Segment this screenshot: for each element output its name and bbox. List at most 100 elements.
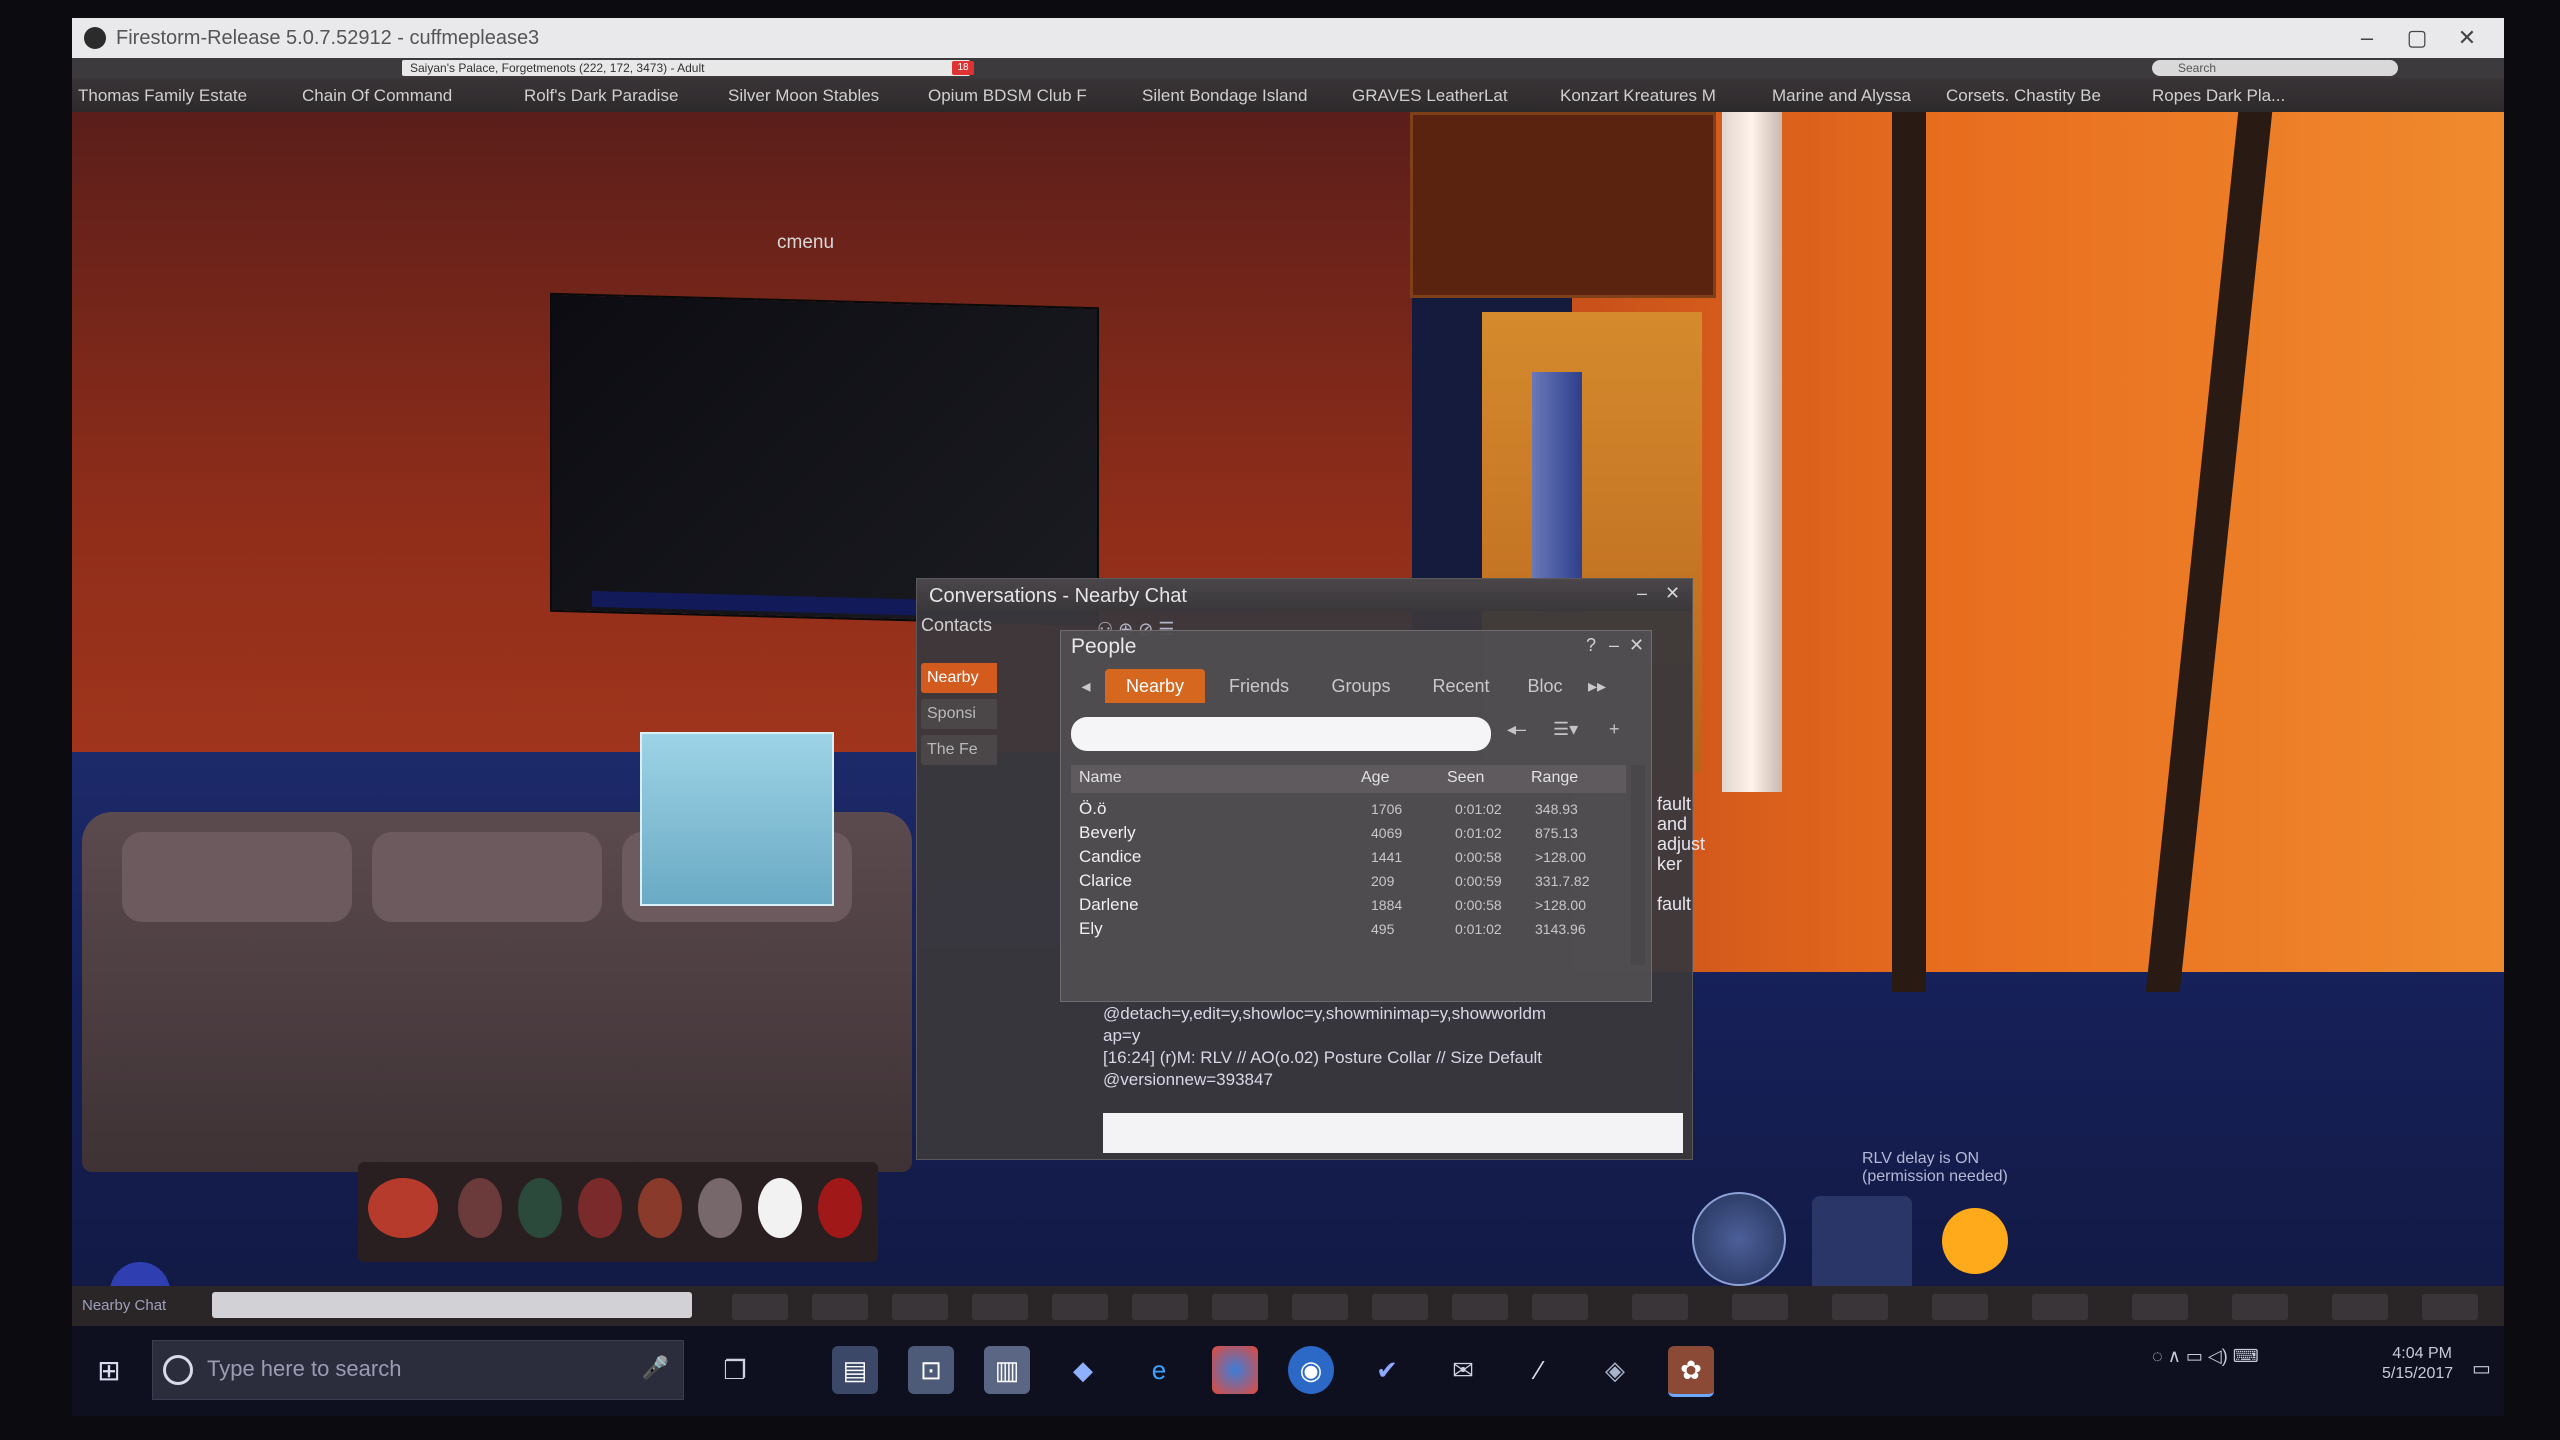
tab-scroll-left[interactable]: ◂ xyxy=(1071,669,1101,703)
tab-scroll-right[interactable]: ▸▸ xyxy=(1577,669,1617,703)
check-icon[interactable]: ✔ xyxy=(1364,1346,1410,1394)
toolbar-button[interactable] xyxy=(2032,1294,2088,1320)
hud-button-icon[interactable] xyxy=(458,1178,502,1238)
back-icon[interactable]: ◂– xyxy=(1507,719,1526,740)
cube-icon[interactable]: ◈ xyxy=(1592,1346,1638,1394)
toolbar-button[interactable] xyxy=(812,1294,868,1320)
toolbar-button[interactable] xyxy=(2132,1294,2188,1320)
favorite-link[interactable]: Ropes Dark Pla... xyxy=(2152,86,2285,106)
toolbar-button[interactable] xyxy=(1532,1294,1588,1320)
options-menu-icon[interactable]: ☰▾ xyxy=(1553,719,1578,740)
column-seen[interactable]: Seen xyxy=(1447,769,1484,787)
people-scrollbar[interactable] xyxy=(1631,765,1645,965)
chrome-icon[interactable] xyxy=(1212,1346,1258,1394)
toolbar-button[interactable] xyxy=(1732,1294,1788,1320)
avatar-hud-icon[interactable] xyxy=(368,1178,438,1238)
people-filter-input[interactable] xyxy=(1071,717,1491,751)
rotate-joystick[interactable] xyxy=(1692,1192,1786,1286)
people-window[interactable]: People ? – ✕ ◂ Nearby Friends Groups Rec… xyxy=(1060,630,1652,1002)
close-button[interactable]: ✕ xyxy=(2442,22,2492,54)
search-field[interactable]: Search xyxy=(2152,60,2398,76)
favorite-link[interactable]: Rolf's Dark Paradise xyxy=(524,86,678,106)
toolbar-button[interactable] xyxy=(972,1294,1028,1320)
tab-recent[interactable]: Recent xyxy=(1413,669,1509,703)
toolbar-button[interactable] xyxy=(1372,1294,1428,1320)
toolbar-button[interactable] xyxy=(1292,1294,1348,1320)
favorite-link[interactable]: Thomas Family Estate xyxy=(78,86,247,106)
action-center-icon[interactable]: ▭ xyxy=(2472,1356,2491,1381)
cortana-icon[interactable] xyxy=(163,1355,193,1385)
favorite-link[interactable]: Konzart Kreatures M xyxy=(1560,86,1716,106)
orange-orb-icon[interactable] xyxy=(1942,1208,2008,1274)
table-row[interactable]: Beverly 4069 0:01:02 875.13 xyxy=(1071,821,1626,845)
nearby-chat-input[interactable] xyxy=(212,1292,692,1318)
toolbar-button[interactable] xyxy=(1052,1294,1108,1320)
tab-nearby[interactable]: Nearby xyxy=(1105,669,1205,703)
column-age[interactable]: Age xyxy=(1361,769,1389,787)
maximize-button[interactable]: ▢ xyxy=(2392,22,2442,54)
location-field[interactable]: Saiyan's Palace, Forgetmenots (222, 172,… xyxy=(402,60,970,76)
toolbar-button[interactable] xyxy=(1632,1294,1688,1320)
chat-input[interactable] xyxy=(1103,1113,1683,1153)
minimize-button[interactable]: – xyxy=(2342,22,2392,54)
people-header[interactable]: People ? – ✕ xyxy=(1061,631,1651,663)
file-explorer-icon[interactable]: ▤ xyxy=(832,1346,878,1394)
favorite-link[interactable]: Chain Of Command xyxy=(302,86,452,106)
conversations-header[interactable]: Conversations - Nearby Chat – ✕ xyxy=(917,579,1692,611)
table-row[interactable]: Clarice 209 0:00:59 331.7.82 xyxy=(1071,869,1626,893)
toolbar-button[interactable] xyxy=(2332,1294,2388,1320)
table-row[interactable]: Ö.ö 1706 0:01:02 348.93 xyxy=(1071,797,1626,821)
toolbar-button[interactable] xyxy=(1132,1294,1188,1320)
toolbar-button[interactable] xyxy=(1932,1294,1988,1320)
hud-attachments[interactable] xyxy=(358,1162,878,1262)
hud-button-icon[interactable] xyxy=(698,1178,742,1238)
favorite-link[interactable]: Corsets. Chastity Be xyxy=(1946,86,2101,106)
hud-button-icon[interactable] xyxy=(578,1178,622,1238)
hud-button-icon[interactable] xyxy=(638,1178,682,1238)
windows-start-icon[interactable]: ⊞ xyxy=(90,1352,128,1390)
blood-drop-icon[interactable] xyxy=(818,1178,862,1238)
notes-icon[interactable]: ▥ xyxy=(984,1346,1030,1394)
task-view-icon[interactable]: ❐ xyxy=(712,1346,758,1394)
toolbar-button[interactable] xyxy=(732,1294,788,1320)
tab-nearby[interactable]: Nearby xyxy=(921,663,997,693)
close-button[interactable]: ✕ xyxy=(1665,583,1680,604)
taskbar-clock[interactable]: 4:04 PM 5/15/2017 xyxy=(2382,1344,2453,1384)
browser-icon[interactable]: ◉ xyxy=(1288,1346,1334,1394)
column-range[interactable]: Range xyxy=(1531,769,1578,787)
column-name[interactable]: Name xyxy=(1079,769,1122,787)
store-icon[interactable]: ⊡ xyxy=(908,1346,954,1394)
favorite-link[interactable]: Silent Bondage Island xyxy=(1142,86,1307,106)
tab-friends[interactable]: Friends xyxy=(1211,669,1307,703)
help-button[interactable]: ? xyxy=(1586,635,1596,656)
nearby-chat-label[interactable]: Nearby Chat xyxy=(82,1297,166,1314)
wall-tv[interactable] xyxy=(552,294,1097,625)
toolbar-button[interactable] xyxy=(1212,1294,1268,1320)
tab-groups[interactable]: Groups xyxy=(1313,669,1409,703)
microphone-icon[interactable]: 🎤 xyxy=(642,1355,669,1381)
toolbar-button[interactable] xyxy=(2232,1294,2288,1320)
favorite-link[interactable]: Opium BDSM Club F xyxy=(928,86,1087,106)
toolbar-button[interactable] xyxy=(1452,1294,1508,1320)
toolbar-button[interactable] xyxy=(1832,1294,1888,1320)
table-row[interactable]: Darlene 1884 0:00:58 >128.00 xyxy=(1071,893,1626,917)
minimize-button[interactable]: – xyxy=(1609,635,1619,656)
tab-sponsi[interactable]: Sponsi xyxy=(921,699,997,729)
hud-button-icon[interactable] xyxy=(518,1178,562,1238)
move-pad[interactable] xyxy=(1812,1196,1912,1286)
tab-the-fe[interactable]: The Fe xyxy=(921,735,997,765)
mail-icon[interactable]: ✉ xyxy=(1440,1346,1486,1394)
taskbar-search[interactable]: Type here to search 🎤 xyxy=(152,1340,684,1400)
firestorm-taskbar-icon[interactable]: ✿ xyxy=(1668,1346,1714,1397)
edge-icon[interactable]: e xyxy=(1136,1346,1182,1394)
white-orb-icon[interactable] xyxy=(758,1178,802,1238)
favorite-link[interactable]: Silver Moon Stables xyxy=(728,86,879,106)
close-button[interactable]: ✕ xyxy=(1629,635,1644,656)
minimize-button[interactable]: – xyxy=(1637,583,1647,604)
dropbox-icon[interactable]: ◆ xyxy=(1060,1346,1106,1394)
system-tray[interactable]: ◌ ∧ ▭ ◁) ⌨ xyxy=(2152,1346,2259,1367)
feather-icon[interactable]: ⁄ xyxy=(1516,1346,1562,1394)
table-row[interactable]: Candice 1441 0:00:58 >128.00 xyxy=(1071,845,1626,869)
glass-chest[interactable] xyxy=(640,732,834,906)
contacts-label[interactable]: Contacts xyxy=(921,615,992,636)
